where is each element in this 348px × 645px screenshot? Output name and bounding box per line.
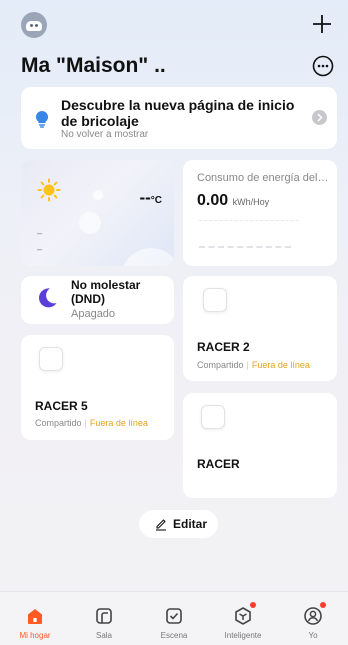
tab-me[interactable]: Yo — [278, 592, 348, 645]
device-meta: Compartido | Fuera de línea — [35, 418, 148, 428]
energy-number: 0.00 — [197, 192, 229, 209]
tab-smart[interactable]: Inteligente — [208, 592, 278, 645]
dnd-card[interactable]: No molestar (DND) Apagado — [21, 276, 174, 324]
edit-button[interactable]: Editar — [139, 510, 218, 538]
separator: | — [246, 360, 249, 370]
weather-detail-1: – — [37, 228, 43, 238]
lightbulb-icon — [35, 110, 49, 128]
energy-chart-line — [199, 246, 291, 248]
scene-icon — [166, 608, 182, 624]
device-name: RACER 2 — [197, 340, 250, 354]
notification-dot — [320, 602, 326, 608]
bottom-tab-bar: Mi hogar Sala Escena Inteligente Yo — [0, 591, 348, 645]
device-card-racer[interactable]: RACER — [183, 393, 337, 498]
temperature-number: -- — [139, 188, 151, 207]
decor-bubble — [79, 212, 101, 234]
device-shared: Compartido — [197, 360, 244, 370]
tab-room[interactable]: Sala — [69, 592, 139, 645]
moon-icon — [38, 288, 57, 308]
notification-dot — [250, 602, 256, 608]
temperature-unit: °C — [150, 195, 162, 206]
chevron-right-icon — [317, 113, 323, 122]
energy-unit: kWh/Hoy — [232, 197, 270, 207]
banner-arrow-button[interactable] — [312, 110, 327, 125]
top-bar — [0, 0, 348, 48]
robot-face — [26, 21, 42, 31]
dnd-status: Apagado — [71, 308, 116, 320]
device-meta: Compartido | Fuera de línea — [197, 360, 310, 370]
home-icon — [28, 609, 42, 624]
device-status: Fuera de línea — [89, 418, 148, 428]
device-card-racer-2[interactable]: RACER 2 Compartido | Fuera de línea — [183, 276, 337, 381]
tab-label: Mi hogar — [19, 631, 51, 640]
sun-icon — [37, 178, 61, 202]
device-card-racer-5[interactable]: RACER 5 Compartido | Fuera de línea — [21, 335, 174, 440]
home-avatar-icon[interactable] — [21, 12, 47, 38]
decor-bubble — [121, 248, 174, 266]
device-shared: Compartido — [35, 418, 82, 428]
weather-card[interactable]: --°C – – — [21, 160, 174, 266]
tab-home[interactable]: Mi hogar — [0, 592, 70, 645]
device-icon — [39, 347, 63, 371]
banner-dismiss-link[interactable]: No volver a mostrar — [61, 129, 148, 140]
add-icon[interactable] — [310, 12, 334, 36]
device-status: Fuera de línea — [251, 360, 310, 370]
edit-label: Editar — [173, 517, 208, 531]
energy-card[interactable]: Consumo de energía del ... 0.00 kWh/Hoy — [183, 160, 337, 266]
room-icon — [96, 608, 112, 624]
tab-label: Inteligente — [224, 631, 262, 640]
tab-scene[interactable]: Escena — [139, 592, 209, 645]
smart-icon — [235, 607, 251, 625]
tab-label: Yo — [308, 631, 318, 640]
decor-bubble — [93, 190, 103, 200]
home-title[interactable]: Ma "Maison" .. — [21, 54, 166, 78]
device-icon — [203, 288, 227, 312]
device-name: RACER 5 — [35, 399, 88, 413]
diy-homepage-banner[interactable]: Descubre la nueva página de inicio de br… — [21, 87, 337, 149]
device-name: RACER — [197, 457, 240, 471]
weather-detail-2: – — [37, 244, 43, 254]
temperature-value: --°C — [139, 188, 162, 208]
energy-chart-line — [199, 220, 299, 221]
energy-value: 0.00 kWh/Hoy — [197, 192, 269, 210]
device-icon — [201, 405, 225, 429]
pencil-icon — [156, 519, 166, 531]
banner-title: Descubre la nueva página de inicio de br… — [61, 97, 295, 129]
profile-icon — [304, 607, 322, 625]
tab-label: Sala — [95, 631, 112, 640]
energy-title: Consumo de energía del ... — [197, 172, 329, 184]
dnd-title: No molestar (DND) — [71, 278, 141, 306]
separator: | — [84, 418, 87, 428]
more-options-icon[interactable] — [312, 55, 334, 77]
tab-label: Escena — [160, 631, 188, 640]
